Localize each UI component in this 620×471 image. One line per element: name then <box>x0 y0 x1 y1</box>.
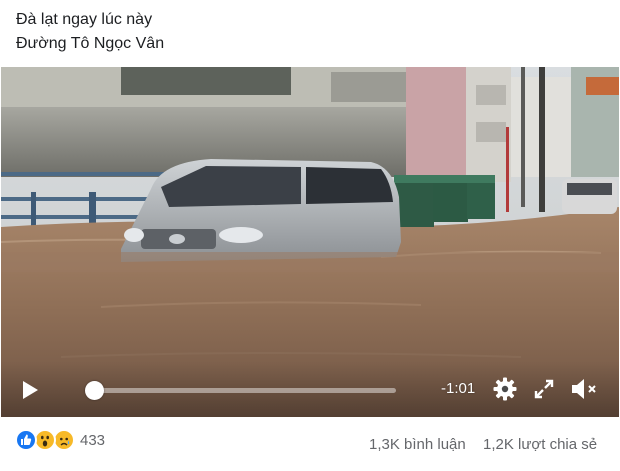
shares-count-link[interactable]: 1,2K lượt chia sẻ <box>483 436 597 453</box>
volume-button[interactable] <box>567 374 603 404</box>
play-icon <box>23 381 38 399</box>
expand-icon <box>534 379 554 399</box>
wow-reaction-icon <box>34 429 56 451</box>
like-reaction-icon <box>15 429 37 451</box>
progress-bar[interactable] <box>85 381 396 400</box>
remaining-time: -1:01 <box>441 380 476 397</box>
settings-button[interactable] <box>490 374 520 404</box>
reaction-count: 433 <box>80 431 106 449</box>
reactions-summary[interactable]: 433 <box>15 429 105 451</box>
progress-scrubber[interactable] <box>85 381 104 400</box>
fullscreen-button[interactable] <box>529 374 559 404</box>
post-text: Đà lạt ngay lúc này Đường Tô Ngọc Vân <box>16 8 606 56</box>
video-player[interactable]: -1:01 <box>1 67 619 417</box>
post-footer: 433 1,3K bình luận 1,2K lượt chia sẻ <box>0 425 620 465</box>
video-controls: -1:01 <box>1 361 619 417</box>
sad-reaction-icon <box>53 429 75 451</box>
comments-count-link[interactable]: 1,3K bình luận <box>369 436 466 453</box>
post-text-line-1: Đà lạt ngay lúc này <box>16 11 153 28</box>
play-button[interactable] <box>15 375 45 405</box>
gear-icon <box>493 377 517 401</box>
post-text-line-2: Đường Tô Ngọc Vân <box>16 35 165 52</box>
volume-muted-icon <box>572 379 596 399</box>
